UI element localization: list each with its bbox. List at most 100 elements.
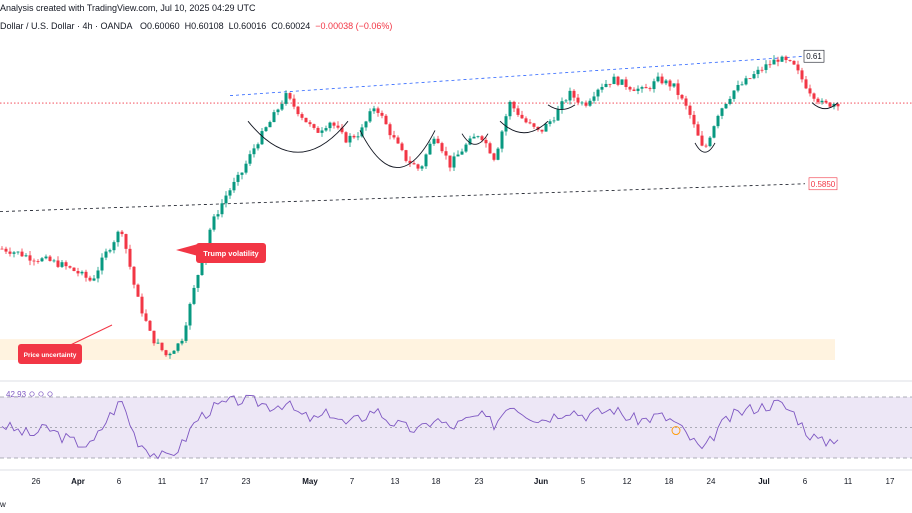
candle-body	[192, 287, 196, 304]
candle	[620, 79, 624, 85]
candle-body	[4, 248, 8, 252]
candle	[212, 213, 216, 232]
x-tick-label: 6	[803, 477, 808, 486]
candle-body	[304, 117, 308, 123]
candle	[576, 93, 580, 106]
candle-body	[712, 126, 716, 138]
candle-body	[764, 64, 768, 70]
candle	[588, 98, 592, 107]
price-chart[interactable]: 0.61 0.5850 Trump volatility Price uncertai…	[0, 0, 912, 513]
candle	[288, 92, 292, 101]
candle	[644, 83, 648, 89]
candle	[300, 112, 304, 121]
candle	[708, 135, 712, 148]
candle-body	[92, 278, 96, 281]
candle-body	[160, 342, 164, 351]
upper-trend-line	[229, 55, 806, 97]
candle	[452, 152, 456, 171]
candle-body	[428, 143, 432, 155]
price-label-top-text: 0.61	[806, 52, 822, 61]
candle	[304, 117, 308, 123]
candle	[788, 59, 792, 62]
candle	[604, 80, 608, 88]
candle	[100, 253, 104, 275]
candle	[460, 148, 464, 155]
candle	[528, 119, 532, 125]
candle-body	[104, 251, 108, 258]
candle-body	[276, 109, 280, 113]
candle-body	[812, 93, 816, 99]
candle	[648, 86, 652, 92]
candle-body	[280, 103, 284, 110]
candle	[388, 122, 392, 140]
candle	[148, 320, 152, 331]
candle	[780, 55, 784, 62]
candle-body	[132, 266, 136, 285]
candle	[192, 284, 196, 306]
candle-body	[72, 267, 76, 272]
candle	[760, 66, 764, 73]
candle-body	[76, 271, 80, 274]
candle-body	[756, 69, 760, 75]
candle	[184, 321, 188, 343]
candle-body	[508, 101, 512, 117]
candle-body	[740, 84, 744, 86]
candle	[436, 135, 440, 144]
candle	[272, 109, 276, 123]
x-tick-label: 23	[242, 477, 251, 486]
candle	[804, 75, 808, 90]
candle-body	[632, 89, 636, 91]
candle-body	[44, 256, 48, 259]
candle-body	[752, 74, 756, 79]
candle-body	[40, 258, 44, 262]
candle	[108, 248, 112, 254]
candle-body	[52, 260, 56, 262]
candle	[432, 136, 436, 146]
candle-body	[60, 262, 64, 267]
candle-body	[56, 260, 60, 267]
candle-body	[668, 80, 672, 87]
candle	[284, 90, 288, 106]
candle	[796, 60, 800, 75]
candle	[736, 80, 740, 93]
candle-body	[140, 296, 144, 314]
candle-body	[224, 195, 228, 204]
candle-body	[48, 256, 52, 261]
candle-body	[636, 88, 640, 91]
candle-body	[440, 143, 444, 152]
candle-body	[120, 231, 124, 235]
candle-body	[540, 129, 544, 132]
price-label-top: 0.61	[803, 49, 825, 63]
candle	[308, 120, 312, 127]
candle	[220, 199, 224, 218]
candle-body	[328, 122, 332, 129]
candle	[624, 76, 628, 90]
candle-body	[172, 350, 176, 354]
candle-body	[504, 116, 508, 132]
candle-body	[652, 81, 656, 90]
candle	[612, 73, 616, 85]
candle-body	[320, 130, 324, 133]
candle-body	[804, 79, 808, 89]
candle-body	[128, 248, 132, 267]
x-tick-label: 18	[665, 477, 674, 486]
candle	[88, 275, 92, 282]
candle	[712, 125, 716, 139]
candle	[416, 163, 420, 171]
candle-body	[528, 122, 532, 124]
candle-body	[532, 123, 536, 127]
candle-body	[380, 112, 384, 116]
candle	[656, 72, 660, 83]
candle	[56, 256, 60, 268]
x-tick-label: 12	[623, 477, 632, 486]
candle-body	[324, 128, 328, 131]
candle	[600, 83, 604, 93]
chart-screenshot: Analysis created with TradingView.com, J…	[0, 0, 912, 513]
candle-body	[708, 137, 712, 147]
candle	[92, 274, 96, 282]
candle	[716, 114, 720, 129]
candle	[808, 84, 812, 97]
candle	[252, 144, 256, 158]
candle-body	[700, 135, 704, 146]
x-tick-label: 13	[391, 477, 400, 486]
